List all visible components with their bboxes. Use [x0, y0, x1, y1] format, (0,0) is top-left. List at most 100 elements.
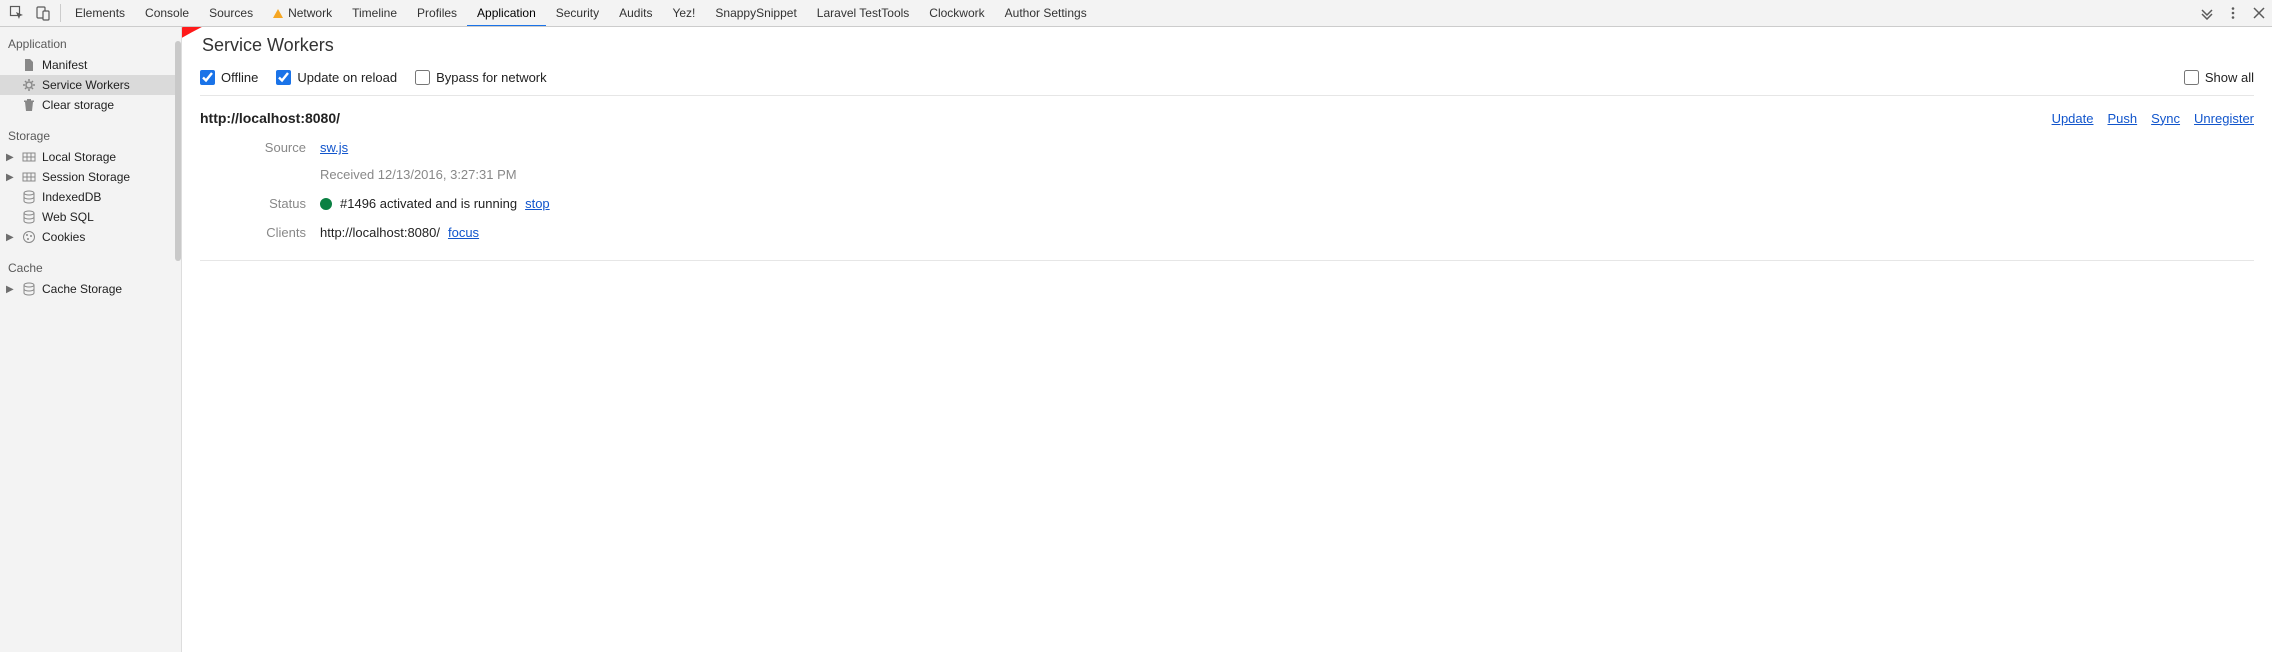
- client-url: http://localhost:8080/: [320, 225, 440, 240]
- worker-origin: http://localhost:8080/: [200, 110, 340, 126]
- tab-network[interactable]: Network: [263, 0, 342, 26]
- tree-arrow-icon: ▶: [6, 152, 16, 163]
- cookie-icon: [22, 230, 36, 244]
- show-all-checkbox-input[interactable]: [2184, 70, 2199, 85]
- sidebar-item-label: Web SQL: [42, 210, 94, 224]
- sidebar-item-clear-storage[interactable]: Clear storage: [0, 95, 181, 115]
- sidebar-item-label: Local Storage: [42, 150, 116, 164]
- status-dot-icon: [320, 198, 332, 210]
- update-on-reload-checkbox[interactable]: Update on reload: [276, 70, 397, 85]
- tab-snappysnippet[interactable]: SnappySnippet: [705, 0, 806, 26]
- trash-icon: [22, 98, 36, 112]
- application-sidebar: Application Manifest Service Workers Clear …: [0, 27, 182, 652]
- tab-label: Timeline: [352, 6, 397, 20]
- tab-label: Network: [288, 6, 332, 20]
- update-link[interactable]: Update: [2052, 111, 2094, 126]
- kebab-icon[interactable]: [2220, 0, 2246, 26]
- update-on-reload-label: Update on reload: [297, 70, 397, 85]
- tab-timeline[interactable]: Timeline: [342, 0, 407, 26]
- worker-actions: Update Push Sync Unregister: [2052, 111, 2254, 126]
- tree-arrow-icon: ▶: [6, 172, 16, 183]
- sidebar-item-cache-storage[interactable]: ▶Cache Storage: [0, 279, 181, 299]
- offline-checkbox-input[interactable]: [200, 70, 215, 85]
- bypass-checkbox[interactable]: Bypass for network: [415, 70, 547, 85]
- main-panel: Service Workers Offline Update on reload…: [182, 27, 2272, 652]
- tab-author-settings[interactable]: Author Settings: [995, 0, 1097, 26]
- tab-label: Elements: [75, 6, 125, 20]
- sidebar-item-local-storage[interactable]: ▶ Local Storage: [0, 147, 181, 167]
- tab-sources[interactable]: Sources: [199, 0, 263, 26]
- db-icon: [22, 210, 36, 224]
- tab-clockwork[interactable]: Clockwork: [919, 0, 994, 26]
- tab-label: SnappySnippet: [715, 6, 796, 20]
- tab-label: Audits: [619, 6, 652, 20]
- tab-label: Security: [556, 6, 599, 20]
- tab-label: Laravel TestTools: [817, 6, 910, 20]
- tab-application[interactable]: Application: [467, 0, 546, 26]
- tab-label: Sources: [209, 6, 253, 20]
- sidebar-item-label: Service Workers: [42, 78, 130, 92]
- source-received: Received 12/13/2016, 3:27:31 PM: [320, 167, 553, 182]
- tree-arrow-icon: ▶: [6, 284, 16, 295]
- offline-label: Offline: [221, 70, 258, 85]
- service-worker-block: http://localhost:8080/ Update Push Sync …: [200, 96, 2254, 261]
- tab-laravel-testtools[interactable]: Laravel TestTools: [807, 0, 920, 26]
- file-icon: [22, 58, 36, 72]
- warning-icon: [273, 9, 283, 18]
- sidebar-section-title: Storage: [0, 125, 181, 147]
- status-label: Status: [200, 196, 320, 211]
- sidebar-section-title: Application: [0, 33, 181, 55]
- sidebar-item-web-sql[interactable]: Web SQL: [0, 207, 181, 227]
- update-on-reload-checkbox-input[interactable]: [276, 70, 291, 85]
- close-icon[interactable]: [2246, 0, 2272, 26]
- db-icon: [22, 282, 36, 296]
- tab-label: Yez!: [672, 6, 695, 20]
- db-icon: [22, 190, 36, 204]
- tree-arrow-icon: ▶: [6, 232, 16, 243]
- stop-link[interactable]: stop: [525, 196, 550, 211]
- sidebar-section-title: Cache: [0, 257, 181, 279]
- sidebar-item-indexeddb[interactable]: IndexedDB: [0, 187, 181, 207]
- clients-label: Clients: [200, 225, 320, 240]
- tab-security[interactable]: Security: [546, 0, 609, 26]
- tab-label: Author Settings: [1005, 6, 1087, 20]
- overflow-icon[interactable]: [2194, 0, 2220, 26]
- sidebar-item-cookies[interactable]: ▶Cookies: [0, 227, 181, 247]
- tab-profiles[interactable]: Profiles: [407, 0, 467, 26]
- focus-link[interactable]: focus: [448, 225, 479, 240]
- sync-link[interactable]: Sync: [2151, 111, 2180, 126]
- sidebar-item-service-workers[interactable]: Service Workers: [0, 75, 181, 95]
- tab-label: Profiles: [417, 6, 457, 20]
- bypass-checkbox-input[interactable]: [415, 70, 430, 85]
- sidebar-item-session-storage[interactable]: ▶ Session Storage: [0, 167, 181, 187]
- sw-options-row: Offline Update on reload Bypass for netw…: [200, 66, 2254, 96]
- push-link[interactable]: Push: [2107, 111, 2137, 126]
- tab-label: Clockwork: [929, 6, 984, 20]
- device-icon[interactable]: [30, 0, 56, 26]
- sidebar-item-label: Clear storage: [42, 98, 114, 112]
- tab-label: Console: [145, 6, 189, 20]
- sidebar-item-label: Manifest: [42, 58, 87, 72]
- show-all-checkbox[interactable]: Show all: [2184, 70, 2254, 85]
- inspect-icon[interactable]: [4, 0, 30, 26]
- tab-yez-[interactable]: Yez!: [662, 0, 705, 26]
- page-title: Service Workers: [202, 35, 2254, 56]
- sidebar-item-label: IndexedDB: [42, 190, 101, 204]
- show-all-label: Show all: [2205, 70, 2254, 85]
- sidebar-item-label: Session Storage: [42, 170, 130, 184]
- bypass-label: Bypass for network: [436, 70, 547, 85]
- devtools-tabbar: Elements Console Sources Network Timeline Pro…: [0, 0, 2272, 27]
- tab-audits[interactable]: Audits: [609, 0, 662, 26]
- source-file-link[interactable]: sw.js: [320, 140, 348, 155]
- table-icon: [22, 170, 36, 184]
- source-label: Source: [200, 140, 320, 182]
- panel-tabs: Elements Console Sources Network Timeline Pro…: [65, 0, 2194, 26]
- tab-console[interactable]: Console: [135, 0, 199, 26]
- sidebar-item-manifest[interactable]: Manifest: [0, 55, 181, 75]
- tab-elements[interactable]: Elements: [65, 0, 135, 26]
- unregister-link[interactable]: Unregister: [2194, 111, 2254, 126]
- table-icon: [22, 150, 36, 164]
- tab-label: Application: [477, 6, 536, 20]
- offline-checkbox[interactable]: Offline: [200, 70, 258, 85]
- gear-icon: [22, 78, 36, 92]
